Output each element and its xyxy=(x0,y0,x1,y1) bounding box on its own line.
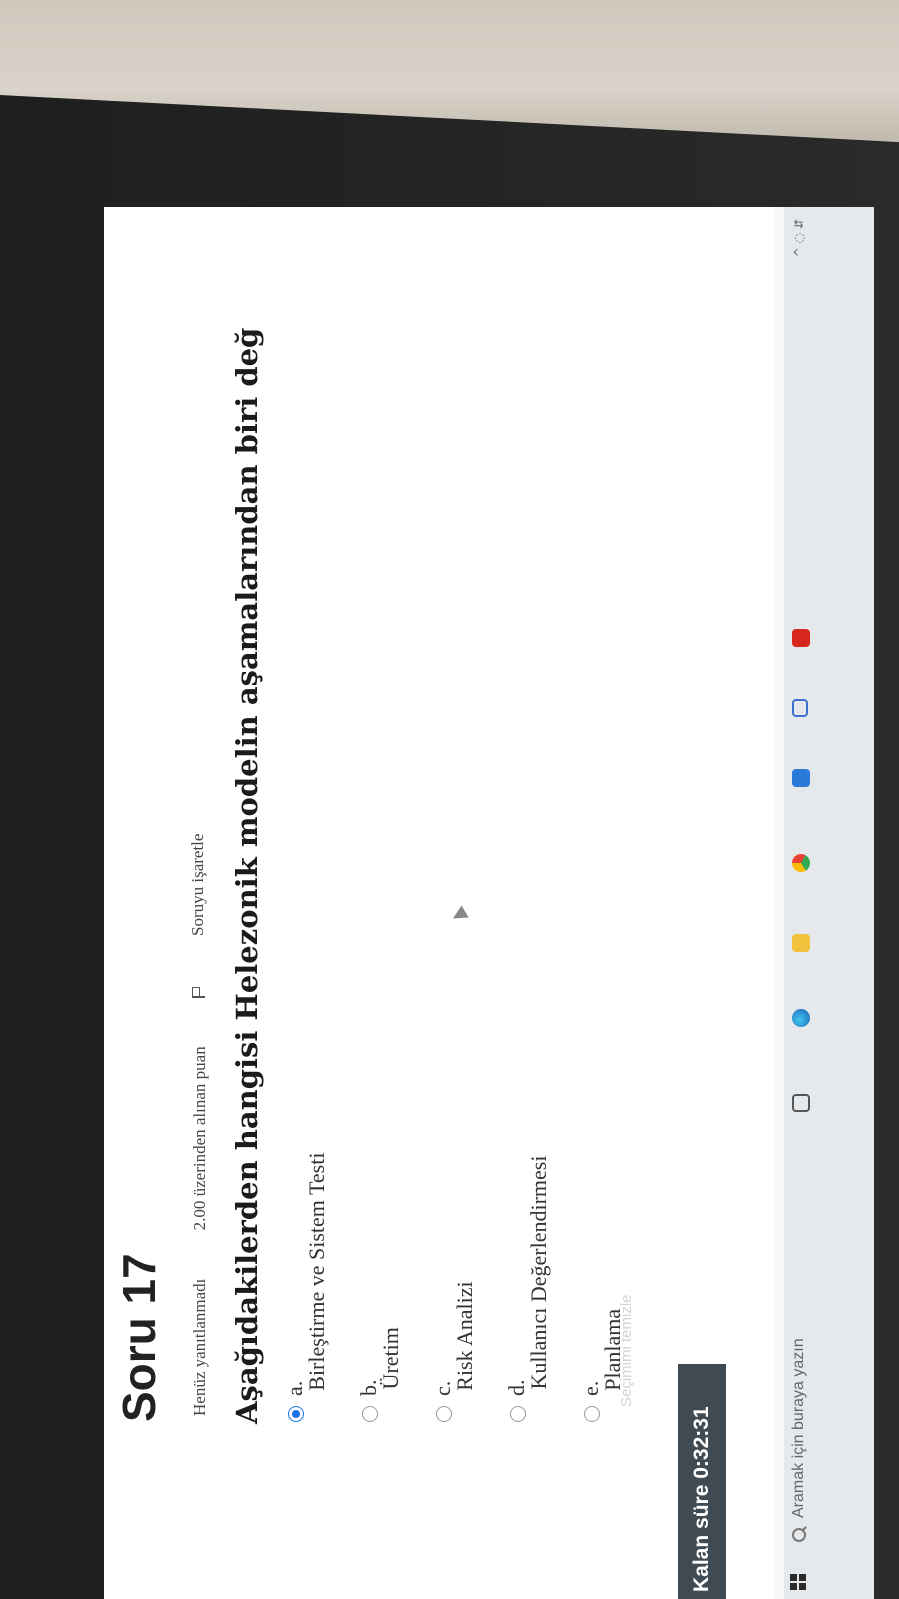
option-d[interactable]: d. Kullanıcı Değerlendirmesi xyxy=(504,1153,552,1422)
question-text: Aşağıdakilerden hangisi Helezonik modeli… xyxy=(230,327,264,1424)
flag-icon xyxy=(191,986,205,999)
option-d-radio[interactable] xyxy=(510,1406,526,1422)
clear-choice-link[interactable]: Seçimimi temizle xyxy=(618,1294,635,1407)
option-b[interactable]: b. Üretim xyxy=(356,1153,404,1422)
windows-start-icon[interactable] xyxy=(790,1574,806,1590)
taskbar: Aramak için buraya yazın ^ ◌ ⇵ xyxy=(784,207,874,1599)
task-view-icon[interactable] xyxy=(792,1094,810,1112)
option-c-label: Risk Analizi xyxy=(452,1281,477,1391)
acrobat-icon[interactable] xyxy=(792,629,810,647)
option-a-radio[interactable] xyxy=(288,1406,304,1422)
option-a[interactable]: a. Birleştirme ve Sistem Testi xyxy=(282,1153,330,1422)
time-remaining: Kalan süre 0:32:31 xyxy=(678,1364,726,1599)
file-explorer-icon[interactable] xyxy=(792,934,810,952)
photo-stage: Soru 17 Henüz yanıtlanmadı 2.00 üzerinde… xyxy=(0,0,899,1599)
chrome-icon[interactable] xyxy=(792,854,810,872)
quiz-page: Soru 17 Henüz yanıtlanmadı 2.00 üzerinde… xyxy=(104,207,774,1599)
option-b-radio[interactable] xyxy=(362,1406,378,1422)
option-b-label: Üretim xyxy=(378,1327,403,1390)
option-a-label: Birleştirme ve Sistem Testi xyxy=(304,1152,329,1391)
answer-options: a. Birleştirme ve Sistem Testi b. Üretim… xyxy=(282,1153,652,1422)
taskbar-search[interactable]: Aramak için buraya yazın xyxy=(790,1338,808,1542)
option-d-label: Kullanıcı Değerlendirmesi xyxy=(526,1155,551,1390)
search-placeholder: Aramak için buraya yazın xyxy=(790,1338,807,1518)
option-e-radio[interactable] xyxy=(584,1406,600,1422)
search-icon xyxy=(792,1528,806,1542)
flag-question-button[interactable]: Soruyu işaretle xyxy=(188,790,208,999)
store-icon[interactable] xyxy=(792,769,810,787)
edge-icon[interactable] xyxy=(792,1009,810,1027)
option-c-radio[interactable] xyxy=(436,1406,452,1422)
question-meta: Henüz yanıtlanmadı 2.00 üzerinden alınan… xyxy=(188,746,210,1416)
question-points: 2.00 üzerinden alınan puan xyxy=(189,1046,209,1231)
mouse-cursor-icon xyxy=(449,905,469,925)
flag-label: Soruyu işaretle xyxy=(188,833,207,937)
monitor-screen: Soru 17 Henüz yanıtlanmadı 2.00 üzerinde… xyxy=(104,207,874,1599)
option-c[interactable]: c. Risk Analizi xyxy=(430,1153,478,1422)
mail-icon[interactable] xyxy=(792,699,808,717)
question-title: Soru 17 xyxy=(113,1253,165,1422)
question-status: Henüz yanıtlanmadı xyxy=(189,1278,209,1416)
system-tray[interactable]: ^ ◌ ⇵ xyxy=(792,219,806,257)
